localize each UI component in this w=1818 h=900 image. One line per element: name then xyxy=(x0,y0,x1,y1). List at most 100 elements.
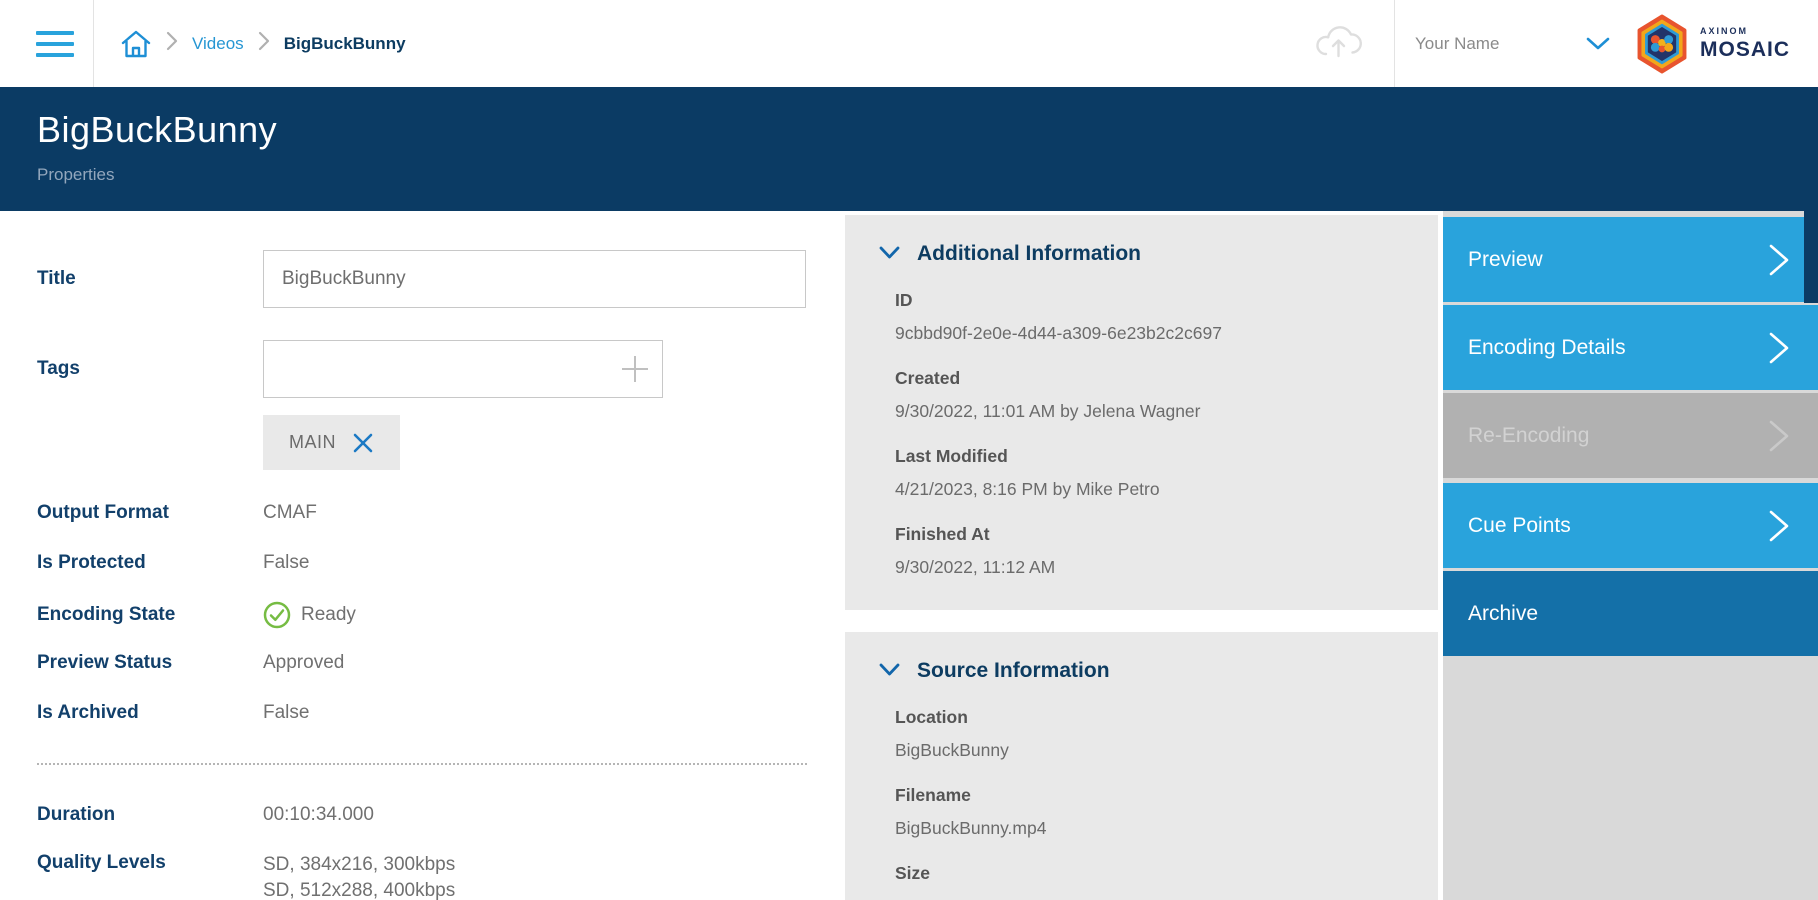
quality-levels-label: Quality Levels xyxy=(37,852,263,874)
section-title: Source Information xyxy=(917,659,1110,683)
page-header: BigBuckBunny Properties xyxy=(0,87,1818,211)
re-encoding-button: Re-Encoding xyxy=(1443,393,1818,478)
collapse-section-icon[interactable] xyxy=(879,663,900,679)
encoding-state-row: Encoding State Ready xyxy=(37,600,845,630)
tags-label: Tags xyxy=(37,358,263,380)
breadcrumb-separator-icon xyxy=(166,31,178,56)
section-divider xyxy=(37,763,807,765)
check-circle-icon xyxy=(263,601,291,629)
tags-input-box xyxy=(263,340,663,398)
preview-status-label: Preview Status xyxy=(37,652,263,674)
quality-levels-row: Quality Levels SD, 384x216, 300kbps SD, … xyxy=(37,852,845,900)
created-label: Created xyxy=(895,368,1438,389)
location-field: Location BigBuckBunny xyxy=(895,707,1438,761)
quality-level-value: SD, 384x216, 300kbps xyxy=(263,852,455,878)
additional-information-card: Additional Information ID 9cbbd90f-2e0e-… xyxy=(845,215,1438,610)
archive-button-label: Archive xyxy=(1468,602,1538,626)
finished-at-field: Finished At 9/30/2022, 11:12 AM xyxy=(895,524,1438,578)
encoding-details-button[interactable]: Encoding Details xyxy=(1443,305,1818,390)
id-value: 9cbbd90f-2e0e-4d44-a309-6e23b2c2c697 xyxy=(895,323,1438,344)
finished-at-value: 9/30/2022, 11:12 AM xyxy=(895,557,1438,578)
app-window: Videos BigBuckBunny Your Name xyxy=(0,0,1818,900)
user-menu[interactable]: Your Name xyxy=(1395,34,1610,54)
duration-row: Duration 00:10:34.000 xyxy=(37,802,845,828)
cue-points-button[interactable]: Cue Points xyxy=(1443,483,1818,568)
id-field: ID 9cbbd90f-2e0e-4d44-a309-6e23b2c2c697 xyxy=(895,290,1438,344)
filename-field: Filename BigBuckBunny.mp4 xyxy=(895,785,1438,839)
preview-button[interactable]: Preview xyxy=(1443,217,1818,302)
top-bar: Videos BigBuckBunny Your Name xyxy=(0,0,1818,87)
axinom-mosaic-logo: AXINOM MOSAIC xyxy=(1634,14,1790,74)
duration-label: Duration xyxy=(37,804,263,826)
logo-brand-top: AXINOM xyxy=(1700,27,1790,36)
topbar-divider xyxy=(93,0,94,87)
location-value: BigBuckBunny xyxy=(895,740,1438,761)
section-title: Additional Information xyxy=(917,242,1141,266)
breadcrumb-videos-link[interactable]: Videos xyxy=(192,34,244,54)
page-subtitle: Properties xyxy=(37,165,1818,185)
add-tag-button[interactable] xyxy=(620,354,650,384)
quality-level-value: SD, 512x288, 400kbps xyxy=(263,878,455,900)
re-encoding-button-label: Re-Encoding xyxy=(1468,424,1589,448)
id-label: ID xyxy=(895,290,1438,311)
hamburger-menu-icon[interactable] xyxy=(36,31,76,57)
created-field: Created 9/30/2022, 11:01 AM by Jelena Wa… xyxy=(895,368,1438,422)
is-archived-label: Is Archived xyxy=(37,702,263,724)
filename-value: BigBuckBunny.mp4 xyxy=(895,818,1438,839)
user-name: Your Name xyxy=(1415,34,1499,54)
location-label: Location xyxy=(895,707,1438,728)
last-modified-label: Last Modified xyxy=(895,446,1438,467)
tag-chip-label: MAIN xyxy=(289,432,336,453)
info-panel: Additional Information ID 9cbbd90f-2e0e-… xyxy=(845,211,1438,900)
chevron-right-icon xyxy=(1766,506,1792,546)
is-protected-row: Is Protected False xyxy=(37,550,845,576)
mosaic-hexagon-icon xyxy=(1634,14,1690,74)
content-area: Title Tags MAIN xyxy=(0,211,1818,900)
size-field: Size 263.34 MB xyxy=(895,863,1438,900)
chevron-right-icon xyxy=(1766,328,1792,368)
tags-row: Tags xyxy=(37,340,845,398)
is-protected-value: False xyxy=(263,552,309,574)
title-label: Title xyxy=(37,268,263,290)
output-format-row: Output Format CMAF xyxy=(37,500,845,526)
logo-brand-bottom: MOSAIC xyxy=(1700,39,1790,60)
size-value: 263.34 MB xyxy=(895,896,1438,900)
properties-form: Title Tags MAIN xyxy=(0,211,845,900)
page-title: BigBuckBunny xyxy=(37,109,1818,151)
duration-value: 00:10:34.000 xyxy=(263,804,374,826)
tags-input[interactable] xyxy=(264,342,620,396)
topbar-right: Your Name xyxy=(1312,0,1818,87)
is-archived-row: Is Archived False xyxy=(37,700,845,726)
preview-status-value: Approved xyxy=(263,652,344,674)
remove-tag-icon[interactable] xyxy=(352,432,374,454)
source-information-card: Source Information Location BigBuckBunny… xyxy=(845,632,1438,900)
title-row: Title xyxy=(37,250,845,308)
upload-cloud-icon[interactable] xyxy=(1312,22,1364,65)
archive-button[interactable]: Archive xyxy=(1443,571,1818,656)
scrollbar-thumb[interactable] xyxy=(1804,87,1818,303)
last-modified-field: Last Modified 4/21/2023, 8:16 PM by Mike… xyxy=(895,446,1438,500)
actions-sidebar: Preview Encoding Details Re-Encoding xyxy=(1443,211,1818,900)
breadcrumb-separator-icon xyxy=(258,31,270,56)
chevron-right-icon xyxy=(1766,240,1792,280)
preview-status-row: Preview Status Approved xyxy=(37,650,845,676)
collapse-section-icon[interactable] xyxy=(879,246,900,262)
title-input[interactable] xyxy=(263,250,806,308)
is-protected-label: Is Protected xyxy=(37,552,263,574)
created-value: 9/30/2022, 11:01 AM by Jelena Wagner xyxy=(895,401,1438,422)
filename-label: Filename xyxy=(895,785,1438,806)
is-archived-value: False xyxy=(263,702,309,724)
breadcrumb: Videos BigBuckBunny xyxy=(120,28,406,60)
tag-chip-row: MAIN xyxy=(37,415,845,470)
encoding-details-button-label: Encoding Details xyxy=(1468,336,1626,360)
output-format-label: Output Format xyxy=(37,502,263,524)
chevron-right-icon xyxy=(1766,416,1792,456)
encoding-state-label: Encoding State xyxy=(37,604,263,626)
home-icon[interactable] xyxy=(120,28,152,60)
preview-button-label: Preview xyxy=(1468,248,1543,272)
breadcrumb-current: BigBuckBunny xyxy=(284,34,406,54)
tag-chip: MAIN xyxy=(263,415,400,470)
cue-points-button-label: Cue Points xyxy=(1468,514,1571,538)
encoding-state-value: Ready xyxy=(301,604,356,626)
last-modified-value: 4/21/2023, 8:16 PM by Mike Petro xyxy=(895,479,1438,500)
